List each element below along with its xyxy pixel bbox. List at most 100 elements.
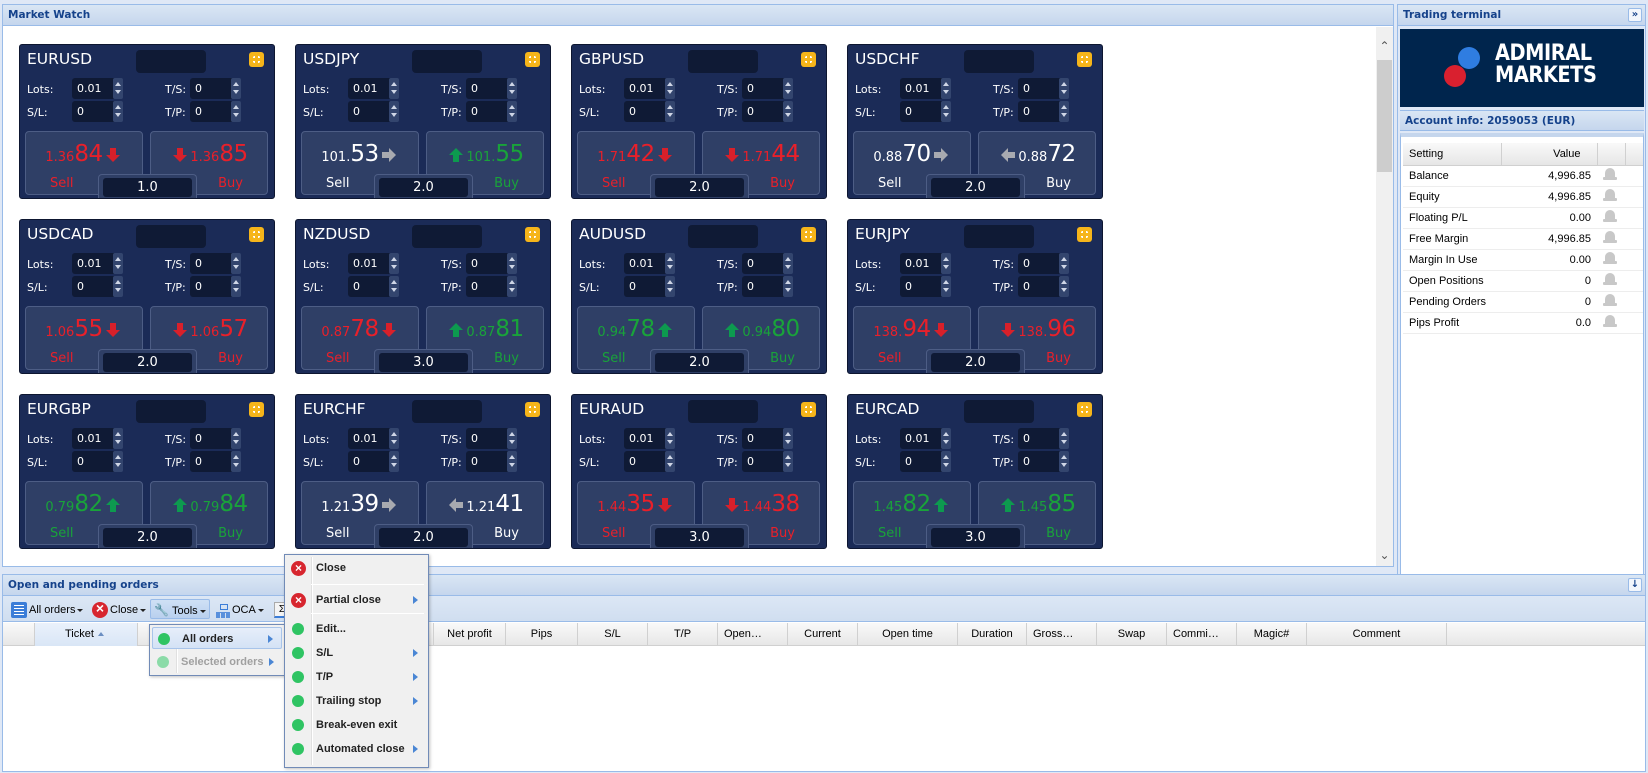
alert-cell[interactable]	[1597, 291, 1625, 313]
context-menu-item-edit[interactable]: Edit...	[287, 618, 426, 640]
quantity-input[interactable]: 2.0	[655, 353, 744, 372]
bell-icon[interactable]	[1603, 251, 1617, 265]
expand-tile-icon[interactable]	[525, 402, 540, 417]
bell-icon[interactable]	[1603, 209, 1617, 223]
bell-icon[interactable]	[1603, 230, 1617, 244]
sl-stepper[interactable]	[665, 451, 675, 472]
column-swap[interactable]: Swap	[1097, 623, 1167, 646]
lots-stepper[interactable]	[389, 428, 399, 449]
ts-stepper[interactable]	[1059, 428, 1069, 449]
expand-tile-icon[interactable]	[1077, 402, 1092, 417]
column-comment[interactable]: Comment	[1307, 623, 1447, 646]
sl-stepper[interactable]	[389, 276, 399, 297]
sl-stepper[interactable]	[941, 451, 951, 472]
sl-stepper[interactable]	[113, 101, 123, 122]
lots-stepper[interactable]	[389, 253, 399, 274]
context-menu-item-trailing-stop[interactable]: Trailing stop	[287, 690, 426, 712]
sl-stepper[interactable]	[665, 276, 675, 297]
column-gross[interactable]: Gross…	[1027, 623, 1097, 646]
quantity-input[interactable]: 1.0	[103, 178, 192, 197]
column-value[interactable]: Value	[1501, 143, 1598, 166]
tp-stepper[interactable]	[1059, 101, 1069, 122]
column-pips[interactable]: Pips	[506, 623, 578, 646]
sl-stepper[interactable]	[665, 101, 675, 122]
market-watch-scrollbar[interactable]: ⌃ ⌄	[1376, 27, 1393, 566]
tp-stepper[interactable]	[231, 451, 241, 472]
double-chevron-right-icon[interactable]: »	[1628, 8, 1642, 22]
lots-stepper[interactable]	[389, 78, 399, 99]
column-commi[interactable]: Commi…	[1167, 623, 1237, 646]
column-t-p[interactable]: T/P	[648, 623, 718, 646]
all-orders-button[interactable]: All orders	[8, 599, 86, 619]
tp-stepper[interactable]	[1059, 276, 1069, 297]
lots-stepper[interactable]	[113, 78, 123, 99]
alert-cell[interactable]	[1597, 228, 1625, 250]
lots-stepper[interactable]	[665, 78, 675, 99]
alert-cell[interactable]	[1597, 186, 1625, 208]
quantity-input[interactable]: 3.0	[379, 353, 468, 372]
ts-stepper[interactable]	[507, 253, 517, 274]
expand-tile-icon[interactable]	[1077, 227, 1092, 242]
expand-tile-icon[interactable]	[249, 52, 264, 67]
context-menu-item-break-even-exit[interactable]: Break-even exit	[287, 714, 426, 736]
lots-stepper[interactable]	[665, 253, 675, 274]
expand-tile-icon[interactable]	[525, 227, 540, 242]
column-blank[interactable]	[3, 623, 35, 646]
lots-stepper[interactable]	[941, 78, 951, 99]
sl-stepper[interactable]	[941, 276, 951, 297]
ts-stepper[interactable]	[507, 78, 517, 99]
bell-icon[interactable]	[1603, 314, 1617, 328]
column-open-time[interactable]: Open time	[858, 623, 958, 646]
quantity-input[interactable]: 2.0	[655, 178, 744, 197]
column-s-l[interactable]: S/L	[578, 623, 648, 646]
sl-stepper[interactable]	[389, 101, 399, 122]
lots-stepper[interactable]	[113, 428, 123, 449]
expand-tile-icon[interactable]	[525, 52, 540, 67]
ts-stepper[interactable]	[783, 428, 793, 449]
alert-cell[interactable]	[1597, 312, 1625, 334]
expand-tile-icon[interactable]	[1077, 52, 1092, 67]
alert-cell[interactable]	[1597, 270, 1625, 292]
tp-stepper[interactable]	[507, 101, 517, 122]
quantity-input[interactable]: 2.0	[379, 178, 468, 197]
context-menu-item-automated-close[interactable]: Automated close	[287, 738, 426, 760]
quantity-input[interactable]: 3.0	[931, 528, 1020, 547]
quantity-input[interactable]: 2.0	[931, 178, 1020, 197]
tools-menu-item-all-orders[interactable]: All orders	[152, 627, 282, 649]
scroll-down-icon[interactable]: ⌄	[1376, 546, 1393, 564]
tp-stepper[interactable]	[507, 276, 517, 297]
ts-stepper[interactable]	[1059, 253, 1069, 274]
alert-cell[interactable]	[1597, 165, 1625, 187]
ts-stepper[interactable]	[783, 253, 793, 274]
ts-stepper[interactable]	[783, 78, 793, 99]
tools-button[interactable]: Tools	[150, 599, 210, 619]
column-net-profit[interactable]: Net profit	[434, 623, 506, 646]
lots-stepper[interactable]	[113, 253, 123, 274]
bell-icon[interactable]	[1603, 167, 1617, 181]
column-duration[interactable]: Duration	[958, 623, 1027, 646]
double-chevron-down-icon[interactable]: ↓	[1628, 578, 1642, 592]
ts-stepper[interactable]	[507, 428, 517, 449]
alert-cell[interactable]	[1597, 207, 1625, 229]
tp-stepper[interactable]	[231, 276, 241, 297]
tp-stepper[interactable]	[783, 101, 793, 122]
scroll-up-icon[interactable]: ⌃	[1376, 37, 1393, 55]
quantity-input[interactable]: 2.0	[931, 353, 1020, 372]
scrollbar-thumb[interactable]	[1377, 60, 1392, 172]
column-setting[interactable]: Setting	[1403, 143, 1502, 166]
tp-stepper[interactable]	[1059, 451, 1069, 472]
bell-icon[interactable]	[1603, 293, 1617, 307]
bell-icon[interactable]	[1603, 188, 1617, 202]
quantity-input[interactable]: 3.0	[655, 528, 744, 547]
column-open[interactable]: Open…	[718, 623, 788, 646]
tp-stepper[interactable]	[783, 451, 793, 472]
lots-stepper[interactable]	[665, 428, 675, 449]
context-menu-item-s-l[interactable]: S/L	[287, 642, 426, 664]
expand-tile-icon[interactable]	[249, 402, 264, 417]
context-menu-item-t-p[interactable]: T/P	[287, 666, 426, 688]
tp-stepper[interactable]	[231, 101, 241, 122]
expand-tile-icon[interactable]	[249, 227, 264, 242]
quantity-input[interactable]: 2.0	[103, 528, 192, 547]
lots-stepper[interactable]	[941, 428, 951, 449]
column-magic[interactable]: Magic#	[1237, 623, 1307, 646]
